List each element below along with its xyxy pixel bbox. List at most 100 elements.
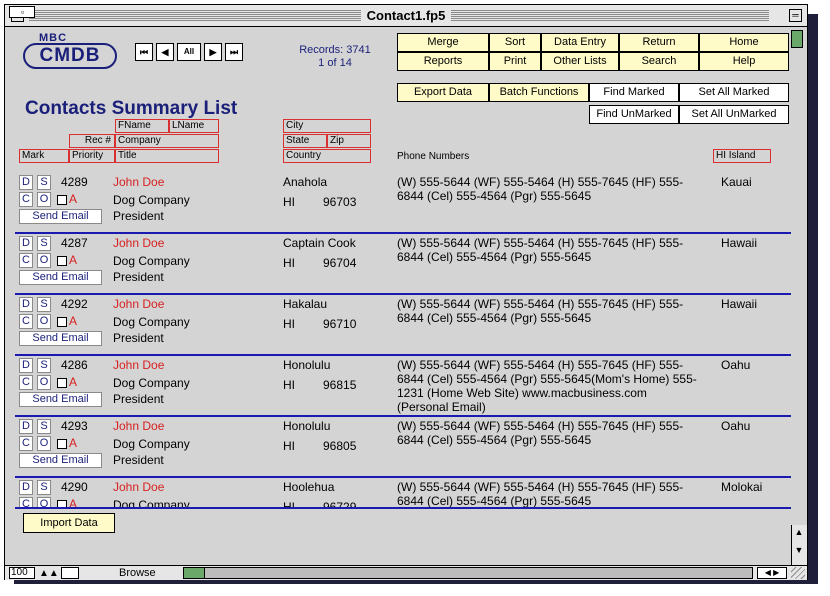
open-record-button[interactable]: O	[37, 192, 51, 207]
merge-button[interactable]: Merge	[397, 33, 489, 52]
table-row[interactable]: D S 4289 C O A Send Email John Doe Dog C…	[15, 175, 791, 233]
next-record-button[interactable]: ▶	[204, 43, 222, 61]
header-lname: LName	[169, 119, 219, 133]
mark-checkbox[interactable]	[57, 500, 67, 507]
other-lists-button[interactable]: Other Lists	[541, 52, 619, 71]
reports-button[interactable]: Reports	[397, 52, 489, 71]
send-email-button[interactable]: Send Email	[19, 209, 102, 224]
batch-functions-button[interactable]: Batch Functions	[489, 83, 589, 102]
record-id: 4289	[61, 175, 88, 189]
zip: 96710	[323, 317, 357, 331]
copy-record-button[interactable]: C	[19, 375, 33, 390]
open-record-button[interactable]: O	[37, 253, 51, 268]
city: Captain Cook	[283, 236, 356, 250]
scroll-up-icon[interactable]: ▲	[792, 527, 806, 537]
size-box[interactable]	[791, 567, 805, 579]
show-record-button[interactable]: S	[37, 297, 51, 312]
mark-checkbox[interactable]	[57, 439, 67, 449]
all-records-button[interactable]: All	[177, 43, 201, 61]
status-area-toggle[interactable]	[791, 30, 803, 48]
open-record-button[interactable]: O	[37, 497, 51, 507]
horizontal-scroll-thumb[interactable]	[183, 567, 205, 579]
open-record-button[interactable]: O	[37, 375, 51, 390]
header-country: Country	[283, 149, 371, 163]
contact-name[interactable]: John Doe	[113, 480, 164, 494]
horizontal-scroll-track[interactable]	[205, 567, 753, 579]
horizontal-scroll-arrows-icon[interactable]: ◀ ▶	[757, 567, 787, 579]
set-all-marked-button[interactable]: Set All Marked	[679, 83, 789, 102]
city: Hoolehua	[283, 480, 335, 494]
delete-record-button[interactable]: D	[19, 419, 33, 434]
open-record-button[interactable]: O	[37, 436, 51, 451]
prev-record-button[interactable]: ◀	[156, 43, 174, 61]
hi-island: Hawaii	[721, 297, 758, 311]
delete-record-button[interactable]: D	[19, 358, 33, 373]
delete-record-button[interactable]: D	[19, 236, 33, 251]
hi-island: Hawaii	[721, 236, 758, 250]
company-name: Dog Company	[113, 315, 190, 329]
home-button[interactable]: Home	[699, 33, 789, 52]
first-record-button[interactable]: ⏮	[135, 43, 153, 61]
sort-button[interactable]: Sort	[489, 33, 541, 52]
table-row[interactable]: D S 4293 C O A Send Email John Doe Dog C…	[15, 417, 791, 477]
set-all-unmarked-button[interactable]: Set All UnMarked	[679, 105, 789, 124]
windowshade-box[interactable]: ═	[789, 9, 802, 22]
delete-record-button[interactable]: D	[19, 297, 33, 312]
zoom-box[interactable]: ▫	[9, 6, 35, 18]
show-record-button[interactable]: S	[37, 175, 51, 190]
mark-checkbox[interactable]	[57, 195, 67, 205]
copy-record-button[interactable]: C	[19, 436, 33, 451]
vertical-scrollbar[interactable]: ▲ ▼	[791, 525, 807, 565]
table-row[interactable]: D S 4286 C O A Send Email John Doe Dog C…	[15, 356, 791, 416]
show-record-button[interactable]: S	[37, 419, 51, 434]
phone-numbers: (W) 555-5644 (WF) 555-5464 (H) 555-7645 …	[397, 236, 684, 264]
return-button[interactable]: Return	[619, 33, 699, 52]
scroll-down-icon[interactable]: ▼	[792, 545, 806, 555]
send-email-button[interactable]: Send Email	[19, 331, 102, 346]
show-record-button[interactable]: S	[37, 236, 51, 251]
show-record-button[interactable]: S	[37, 358, 51, 373]
title-bar[interactable]: Contact1.fp5 ▫ ═	[5, 5, 807, 27]
find-unmarked-button[interactable]: Find UnMarked	[589, 105, 679, 124]
delete-record-button[interactable]: D	[19, 175, 33, 190]
records-position: 1 of 14	[318, 57, 352, 69]
contact-name[interactable]: John Doe	[113, 419, 164, 433]
contact-name[interactable]: John Doe	[113, 358, 164, 372]
data-entry-button[interactable]: Data Entry	[541, 33, 619, 52]
zoom-mountains-icon[interactable]: ▲▲	[39, 568, 59, 579]
help-button[interactable]: Help	[699, 52, 789, 71]
copy-record-button[interactable]: C	[19, 192, 33, 207]
table-row[interactable]: D S 4290 C O A John Doe Dog Company Hool…	[15, 478, 791, 507]
find-marked-button[interactable]: Find Marked	[589, 83, 679, 102]
mode-selector[interactable]: Browse	[115, 567, 175, 579]
header-company: Company	[115, 134, 219, 148]
send-email-button[interactable]: Send Email	[19, 392, 102, 407]
mark-checkbox[interactable]	[57, 317, 67, 327]
copy-record-button[interactable]: C	[19, 497, 33, 507]
delete-record-button[interactable]: D	[19, 480, 33, 495]
mark-checkbox[interactable]	[57, 256, 67, 266]
table-row[interactable]: D S 4292 C O A Send Email John Doe Dog C…	[15, 295, 791, 355]
contact-name[interactable]: John Doe	[113, 175, 164, 189]
record-id: 4290	[61, 480, 88, 494]
table-row[interactable]: D S 4287 C O A Send Email John Doe Dog C…	[15, 234, 791, 294]
last-record-button[interactable]: ⏭	[225, 43, 243, 61]
search-button[interactable]: Search	[619, 52, 699, 71]
contact-name[interactable]: John Doe	[113, 297, 164, 311]
send-email-button[interactable]: Send Email	[19, 270, 102, 285]
export-data-button[interactable]: Export Data	[397, 83, 489, 102]
copy-record-button[interactable]: C	[19, 314, 33, 329]
copy-record-button[interactable]: C	[19, 253, 33, 268]
contact-name[interactable]: John Doe	[113, 236, 164, 250]
priority-value: A	[69, 436, 78, 450]
zip: 96815	[323, 378, 357, 392]
zoom-level[interactable]: 100	[9, 567, 35, 579]
mark-checkbox[interactable]	[57, 378, 67, 388]
show-record-button[interactable]: S	[37, 480, 51, 495]
print-button[interactable]: Print	[489, 52, 541, 71]
status-area-icon[interactable]	[61, 567, 79, 579]
import-data-button[interactable]: Import Data	[23, 513, 115, 533]
header-recnum: Rec #	[69, 134, 115, 148]
send-email-button[interactable]: Send Email	[19, 453, 102, 468]
open-record-button[interactable]: O	[37, 314, 51, 329]
